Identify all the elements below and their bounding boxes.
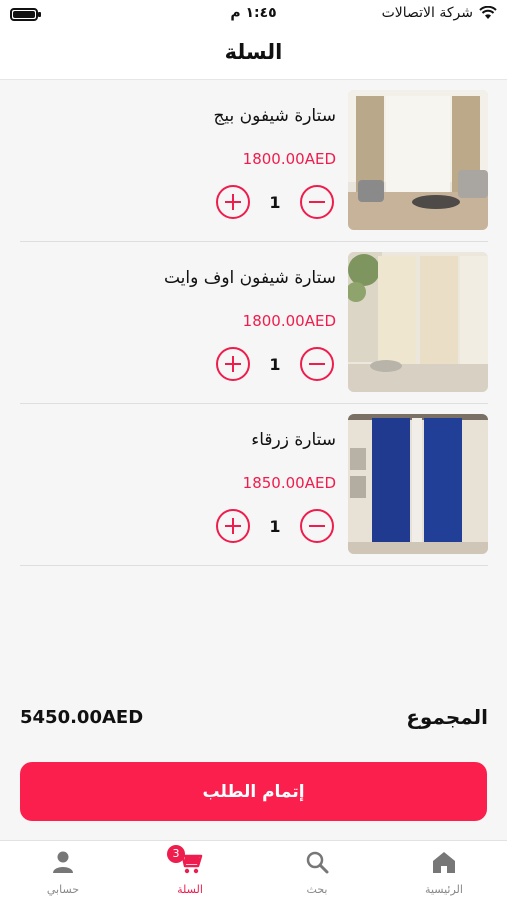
tab-home-label: الرئيسية: [425, 883, 463, 896]
product-name: ستارة زرقاء: [251, 430, 336, 450]
product-price: 1800.00AED: [242, 312, 336, 330]
quantity-value: 1: [269, 192, 281, 212]
cart-count-badge: 3: [167, 845, 185, 863]
quantity-value: 1: [269, 354, 281, 374]
tab-cart-label: السلة: [177, 883, 203, 896]
product-name: ستارة شيفون اوف وايت: [163, 268, 336, 288]
tab-account-label: حسابي: [46, 883, 80, 896]
tab-cart[interactable]: 3 السلة: [127, 841, 253, 900]
tab-home[interactable]: الرئيسية: [381, 841, 507, 900]
product-image[interactable]: [348, 90, 488, 230]
quantity-stepper: 1: [216, 185, 334, 219]
status-bar: ١:٤٥ م شركة الاتصالات: [0, 0, 507, 28]
tab-search-label: بحث: [306, 883, 328, 896]
total-value: 5450.00AED: [20, 707, 144, 728]
carrier-info: شركة الاتصالات: [382, 5, 497, 21]
decrease-quantity-button[interactable]: [300, 509, 334, 543]
page-title: السلة: [224, 40, 283, 64]
page-header: السلة: [0, 28, 507, 80]
product-image[interactable]: [348, 252, 488, 392]
cart-icon-wrapper: 3: [167, 845, 203, 875]
decrease-quantity-button[interactable]: [300, 347, 334, 381]
tab-search[interactable]: بحث: [254, 841, 380, 900]
tab-bar: حسابي 3 السلة بحث الرئيسية: [0, 840, 507, 900]
decrease-quantity-button[interactable]: [300, 185, 334, 219]
increase-quantity-button[interactable]: [216, 185, 250, 219]
home-icon: [433, 852, 455, 873]
product-image[interactable]: [348, 414, 488, 554]
wifi-icon: [479, 6, 497, 19]
carrier-name: شركة الاتصالات: [381, 5, 473, 21]
cart-item: ستارة زرقاء 1850.00AED 1: [20, 404, 488, 566]
quantity-stepper: 1: [216, 509, 334, 543]
search-icon: [306, 851, 329, 874]
cart-item: ستارة شيفون بيج 1800.00AED 1: [20, 80, 488, 242]
cart-list: ستارة شيفون بيج 1800.00AED 1 ستارة شيفون…: [20, 80, 488, 566]
total-row: المجموع 5450.00AED: [20, 705, 488, 735]
cart-item: ستارة شيفون اوف وايت 1800.00AED 1: [20, 242, 488, 404]
product-name: ستارة شيفون بيج: [213, 106, 336, 126]
quantity-stepper: 1: [216, 347, 334, 381]
increase-quantity-button[interactable]: [216, 509, 250, 543]
checkout-button[interactable]: إتمام الطلب: [20, 762, 487, 821]
tab-account[interactable]: حسابي: [0, 841, 126, 900]
product-price: 1850.00AED: [242, 474, 336, 492]
quantity-value: 1: [269, 516, 281, 536]
user-icon: [53, 851, 73, 873]
product-price: 1800.00AED: [242, 150, 336, 168]
total-label: المجموع: [406, 705, 488, 729]
increase-quantity-button[interactable]: [216, 347, 250, 381]
